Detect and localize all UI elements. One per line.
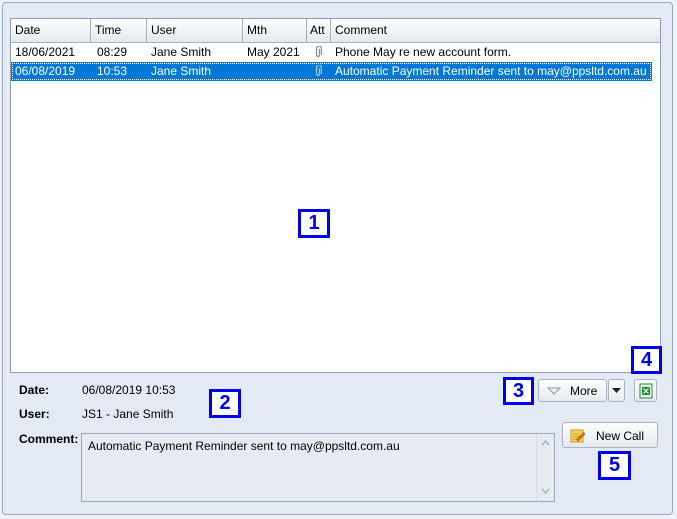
excel-icon	[639, 383, 653, 399]
user-value: JS1 - Jane Smith	[82, 407, 174, 421]
scroll-up-icon[interactable]	[541, 440, 550, 446]
new-call-button-label: New Call	[596, 429, 645, 443]
column-header-comment[interactable]: Comment	[331, 19, 660, 42]
comment-text: Automatic Payment Reminder sent to may@p…	[88, 439, 400, 453]
annotation-badge-2: 2	[209, 389, 241, 418]
cell-user: Jane Smith	[151, 64, 212, 78]
cell-comment: Phone May re new account form.	[335, 45, 512, 59]
more-button[interactable]: More	[538, 379, 607, 402]
table-row-selected[interactable]: 06/08/2019 10:53 Jane Smith Automatic Pa…	[11, 62, 652, 81]
comment-label: Comment:	[19, 432, 79, 446]
cell-comment: Automatic Payment Reminder sent to may@p…	[335, 64, 647, 78]
date-value: 06/08/2019 10:53	[82, 383, 176, 397]
table-row[interactable]: 18/06/2021 08:29 Jane Smith May 2021 Pho…	[11, 43, 652, 62]
column-header-date[interactable]: Date	[11, 19, 91, 42]
cell-mth	[243, 62, 307, 81]
annotation-badge-1: 1	[298, 209, 330, 238]
column-header-att[interactable]: Att	[307, 19, 331, 42]
cell-date: 06/08/2019	[15, 64, 76, 78]
comment-textarea[interactable]: Automatic Payment Reminder sent to may@p…	[81, 433, 555, 502]
comment-scrollbar[interactable]	[536, 434, 554, 501]
scroll-down-icon[interactable]	[541, 488, 550, 494]
paperclip-icon[interactable]	[314, 65, 322, 77]
column-header-time[interactable]: Time	[91, 19, 147, 42]
export-excel-button[interactable]	[634, 379, 657, 402]
cell-time: 08:29	[97, 45, 128, 59]
more-button-label: More	[570, 384, 598, 398]
new-call-button[interactable]: New Call	[562, 422, 658, 448]
grid-header: Date Time User Mth Att Comment	[11, 19, 660, 43]
user-label: User:	[19, 407, 50, 421]
chevron-down-icon	[612, 388, 621, 393]
note-pencil-icon	[570, 429, 586, 443]
cell-mth: May 2021	[247, 45, 300, 59]
notes-grid[interactable]: Date Time User Mth Att Comment 18/06/202…	[10, 18, 661, 373]
cell-time: 10:53	[97, 64, 128, 78]
date-label: Date:	[19, 383, 50, 397]
cell-user: Jane Smith	[151, 45, 212, 59]
more-dropdown-button[interactable]	[608, 379, 625, 402]
annotation-badge-4: 4	[631, 346, 662, 374]
column-header-user[interactable]: User	[147, 19, 243, 42]
cell-date: 18/06/2021	[15, 45, 76, 59]
column-header-mth[interactable]: Mth	[243, 19, 307, 42]
paperclip-icon[interactable]	[314, 46, 322, 58]
annotation-badge-3: 3	[503, 377, 534, 405]
triangle-down-icon	[547, 387, 561, 395]
annotation-badge-5: 5	[598, 451, 631, 480]
